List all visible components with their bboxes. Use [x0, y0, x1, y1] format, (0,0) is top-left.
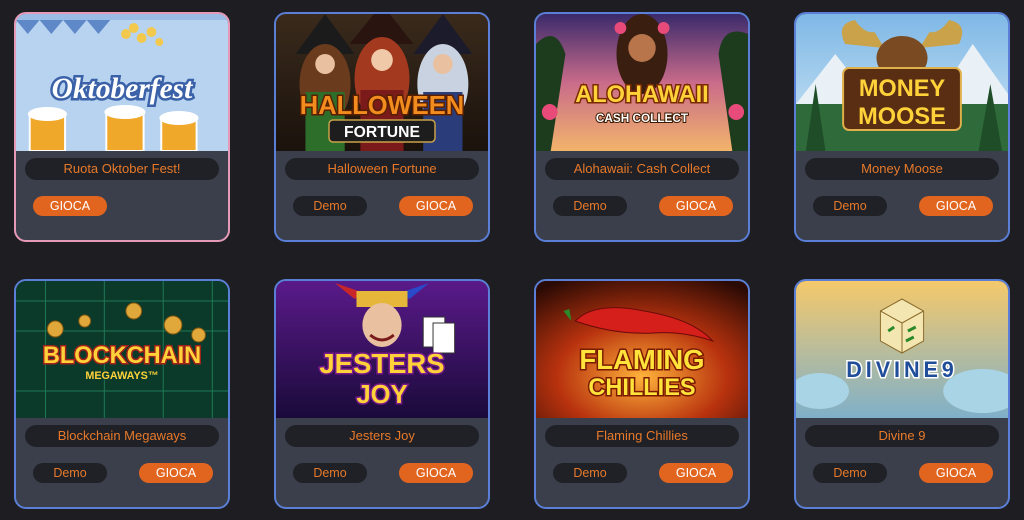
game-card-divine-9[interactable]: DIVINE9 Divine 9 Demo GIOCA [794, 279, 1010, 509]
play-button[interactable]: GIOCA [919, 196, 993, 216]
game-card-alohawaii[interactable]: ALOHAWAII CASH COLLECT Alohawaii: Cash C… [534, 12, 750, 242]
play-button[interactable]: GIOCA [659, 196, 733, 216]
play-button[interactable]: GIOCA [399, 196, 473, 216]
game-logo-subtext: MOOSE [858, 103, 946, 130]
game-card-blockchain-megaways[interactable]: BLOCKCHAIN MEGAWAYS™ Blockchain Megaways… [14, 279, 230, 509]
game-grid: Oktoberfest Ruota Oktober Fest! GIOCA HA… [0, 0, 1024, 520]
game-logo-text: MONEY [859, 75, 945, 102]
game-title: Halloween Fortune [285, 158, 479, 180]
demo-button[interactable]: Demo [293, 463, 367, 483]
play-button[interactable]: GIOCA [919, 463, 993, 483]
game-logo-text: Oktoberfest [52, 73, 193, 105]
game-thumbnail[interactable]: DIVINE9 [796, 281, 1008, 418]
game-thumbnail[interactable]: JESTERS JOY [276, 281, 488, 418]
game-logo-subtext: FORTUNE [344, 124, 420, 141]
game-logo-text: FLAMING [579, 344, 704, 375]
demo-button[interactable]: Demo [33, 463, 107, 483]
game-logo-text: BLOCKCHAIN [43, 342, 201, 369]
game-logo-subtext: CHILLIES [588, 374, 695, 401]
game-thumbnail[interactable]: BLOCKCHAIN MEGAWAYS™ [16, 281, 228, 418]
game-card-halloween-fortune[interactable]: HALLOWEEN FORTUNE Halloween Fortune Demo… [274, 12, 490, 242]
demo-button[interactable]: Demo [813, 463, 887, 483]
game-thumbnail[interactable]: MONEY MOOSE [796, 14, 1008, 151]
game-logo-subtext: MEGAWAYS™ [85, 370, 158, 382]
game-logo-subtext: CASH COLLECT [596, 111, 689, 125]
game-title: Money Moose [805, 158, 999, 180]
game-title: Blockchain Megaways [25, 425, 219, 447]
game-thumbnail[interactable]: Oktoberfest [16, 14, 228, 151]
demo-button[interactable]: Demo [293, 196, 367, 216]
play-button[interactable]: GIOCA [659, 463, 733, 483]
game-thumbnail[interactable]: ALOHAWAII CASH COLLECT [536, 14, 748, 151]
play-button[interactable]: GIOCA [139, 463, 213, 483]
game-title: Jesters Joy [285, 425, 479, 447]
game-card-money-moose[interactable]: MONEY MOOSE Money Moose Demo GIOCA [794, 12, 1010, 242]
game-title: Flaming Chillies [545, 425, 739, 447]
game-card-oktoberfest[interactable]: Oktoberfest Ruota Oktober Fest! GIOCA [14, 12, 230, 242]
game-card-jesters-joy[interactable]: JESTERS JOY Jesters Joy Demo GIOCA [274, 279, 490, 509]
game-thumbnail[interactable]: FLAMING CHILLIES [536, 281, 748, 418]
game-logo-text: JESTERS [319, 348, 444, 379]
game-title: Divine 9 [805, 425, 999, 447]
game-title: Ruota Oktober Fest! [25, 158, 219, 180]
game-logo-subtext: JOY [356, 381, 407, 409]
game-logo-text: DIVINE9 [846, 357, 957, 382]
demo-button[interactable]: Demo [553, 196, 627, 216]
game-logo-text: HALLOWEEN [300, 92, 464, 120]
game-card-flaming-chillies[interactable]: FLAMING CHILLIES Flaming Chillies Demo G… [534, 279, 750, 509]
game-logo-text: ALOHAWAII [575, 81, 708, 108]
demo-button[interactable]: Demo [813, 196, 887, 216]
demo-button[interactable]: Demo [553, 463, 627, 483]
play-button[interactable]: GIOCA [399, 463, 473, 483]
game-thumbnail[interactable]: HALLOWEEN FORTUNE [276, 14, 488, 151]
play-button[interactable]: GIOCA [33, 196, 107, 216]
game-title: Alohawaii: Cash Collect [545, 158, 739, 180]
